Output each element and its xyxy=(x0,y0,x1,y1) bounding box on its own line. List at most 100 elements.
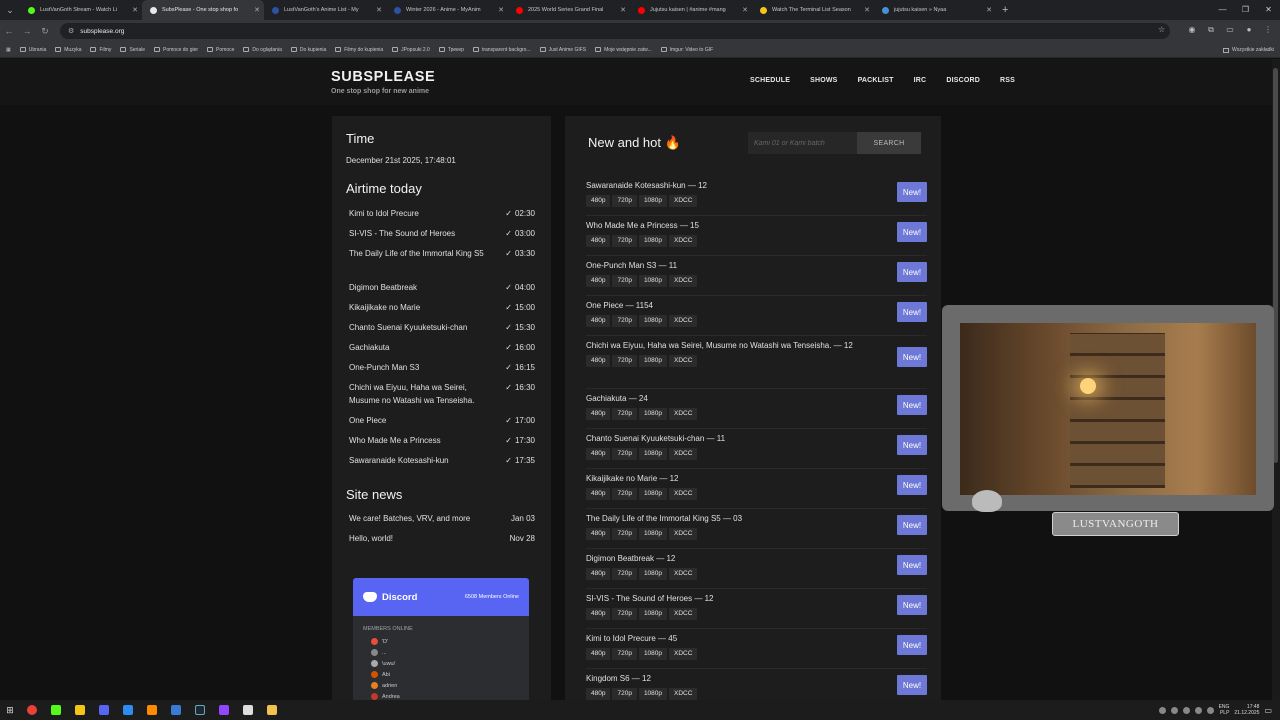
release-title[interactable]: One-Punch Man S3 — 11 xyxy=(586,260,871,272)
resolution-link[interactable]: 1080p xyxy=(638,688,668,700)
resolution-link[interactable]: XDCC xyxy=(669,195,698,207)
news-title[interactable]: Hello, world! xyxy=(349,534,393,554)
bookmark-item[interactable]: Moje wstępnie zatw... xyxy=(595,47,652,53)
back-icon[interactable]: ← xyxy=(0,26,18,36)
airtime-row[interactable]: Chanto Suenai Kyuuketsuki-chan ✓ 15:30 xyxy=(349,321,535,341)
release-title[interactable]: Gachiakuta — 24 xyxy=(586,393,871,405)
app-taskbar-icon[interactable] xyxy=(68,700,92,720)
discord-member[interactable]: adrien xyxy=(363,680,519,691)
discord-member[interactable]: 'D' xyxy=(363,636,519,647)
bookmark-item[interactable]: Just Anime GIFS xyxy=(539,47,586,53)
steam-taskbar-icon[interactable] xyxy=(188,700,212,720)
address-bar[interactable]: ⚙ subsplease.org xyxy=(60,23,1170,39)
resolution-link[interactable]: 720p xyxy=(612,488,637,500)
airtime-show-name[interactable]: The Daily Life of the Immortal King S5 xyxy=(349,247,491,260)
minimize-icon[interactable]: — xyxy=(1211,0,1234,20)
sidebar-icon[interactable]: ▭ xyxy=(1224,24,1236,36)
resolution-link[interactable]: 480p xyxy=(586,648,611,660)
airtime-show-name[interactable]: One Piece xyxy=(349,414,491,427)
release-title[interactable]: Kikaijikake no Marie — 12 xyxy=(586,473,871,485)
resolution-link[interactable]: 1080p xyxy=(638,648,668,660)
resolution-link[interactable]: 480p xyxy=(586,448,611,460)
resolution-link[interactable]: 480p xyxy=(586,488,611,500)
clock[interactable]: 17:48 21.12.2025 xyxy=(1234,704,1259,716)
tab-search-icon[interactable]: ⌄ xyxy=(0,0,20,20)
resolution-link[interactable]: 720p xyxy=(612,648,637,660)
resolution-link[interactable]: 1080p xyxy=(638,528,668,540)
release-title[interactable]: Chichi wa Eiyuu, Haha wa Seirei, Musume … xyxy=(586,340,871,352)
bookmark-item[interactable]: Трекер xyxy=(438,47,464,53)
airtime-show-name[interactable]: One-Punch Man S3 xyxy=(349,361,491,374)
airtime-row[interactable]: Who Made Me a Princess ✓ 17:30 xyxy=(349,434,535,454)
bookmark-item[interactable]: Filmy xyxy=(90,47,111,53)
bookmark-item[interactable]: Pomoce do gier xyxy=(154,47,198,53)
maximize-icon[interactable]: ❐ xyxy=(1234,0,1257,20)
tab-close-icon[interactable]: ✕ xyxy=(620,6,626,14)
bookmark-star-icon[interactable]: ☆ xyxy=(1158,25,1165,34)
nav-rss[interactable]: RSS xyxy=(1000,77,1015,84)
resolution-link[interactable]: XDCC xyxy=(669,528,698,540)
resolution-link[interactable]: 480p xyxy=(586,315,611,327)
nav-packlist[interactable]: PACKLIST xyxy=(858,77,894,84)
browser-tab[interactable]: LustVanGoth Stream - Watch Li ✕ xyxy=(20,0,142,20)
nav-discord[interactable]: DISCORD xyxy=(946,77,980,84)
nav-shows[interactable]: SHOWS xyxy=(810,77,837,84)
notifications-icon[interactable]: ▭ xyxy=(1264,706,1272,715)
resolution-link[interactable]: 480p xyxy=(586,275,611,287)
airtime-row[interactable]: Chichi wa Eiyuu, Haha wa Seirei, Musume … xyxy=(349,381,535,415)
resolution-link[interactable]: XDCC xyxy=(669,355,698,367)
all-bookmarks[interactable]: Wszystkie zakładki xyxy=(1223,42,1274,58)
airtime-row[interactable]: SI-VIS - The Sound of Heroes ✓ 03:00 xyxy=(349,227,535,247)
airtime-row[interactable]: Digimon Beatbreak ✓ 04:00 xyxy=(349,281,535,301)
app-taskbar-icon[interactable] xyxy=(140,700,164,720)
resolution-link[interactable]: 480p xyxy=(586,528,611,540)
airtime-show-name[interactable]: Sawaranaide Kotesashi-kun xyxy=(349,454,491,467)
resolution-link[interactable]: 480p xyxy=(586,355,611,367)
apps-icon[interactable]: ▦ xyxy=(6,47,11,53)
release-title[interactable]: Digimon Beatbreak — 12 xyxy=(586,553,871,565)
airtime-show-name[interactable]: Kikaijikake no Marie xyxy=(349,301,491,314)
resolution-link[interactable]: XDCC xyxy=(669,608,698,620)
bookmark-item[interactable]: Filmy do kupienia xyxy=(335,47,383,53)
resolution-link[interactable]: XDCC xyxy=(669,275,698,287)
airtime-row[interactable]: One Piece ✓ 17:00 xyxy=(349,414,535,434)
resolution-link[interactable]: XDCC xyxy=(669,688,698,700)
resolution-link[interactable]: 720p xyxy=(612,195,637,207)
resolution-link[interactable]: 1080p xyxy=(638,355,668,367)
tray-icon[interactable] xyxy=(1194,706,1202,714)
nav-schedule[interactable]: SCHEDULE xyxy=(750,77,790,84)
resolution-link[interactable]: 480p xyxy=(586,688,611,700)
tab-close-icon[interactable]: ✕ xyxy=(864,6,870,14)
resolution-link[interactable]: XDCC xyxy=(669,448,698,460)
airtime-row[interactable]: Gachiakuta ✓ 16:00 xyxy=(349,341,535,361)
release-title[interactable]: Kimi to Idol Precure — 45 xyxy=(586,633,871,645)
search-input[interactable] xyxy=(748,132,857,154)
tray-icon[interactable] xyxy=(1170,706,1178,714)
resolution-link[interactable]: 1080p xyxy=(638,408,668,420)
resolution-link[interactable]: XDCC xyxy=(669,235,698,247)
search-button[interactable]: SEARCH xyxy=(857,132,921,154)
browser-tab[interactable]: Jujutsu kaisen | #anime #mang ✕ xyxy=(630,0,752,20)
resolution-link[interactable]: 480p xyxy=(586,568,611,580)
resolution-link[interactable]: 720p xyxy=(612,315,637,327)
app-taskbar-icon[interactable] xyxy=(44,700,68,720)
bookmark-item[interactable]: JPopsuki 2.0 xyxy=(392,47,430,53)
tab-close-icon[interactable]: ✕ xyxy=(132,6,138,14)
airtime-show-name[interactable]: Who Made Me a Princess xyxy=(349,434,491,447)
airtime-show-name[interactable]: Kimi to Idol Precure xyxy=(349,207,491,220)
news-item[interactable]: Hello, world! Nov 28 xyxy=(349,534,535,554)
resolution-link[interactable]: 720p xyxy=(612,528,637,540)
browser-tab[interactable]: jujutsu kaisen » Nyaa ✕ xyxy=(874,0,996,20)
resolution-link[interactable]: 720p xyxy=(612,608,637,620)
tray-icon[interactable] xyxy=(1158,706,1166,714)
release-title[interactable]: Sawaranaide Kotesashi-kun — 12 xyxy=(586,180,871,192)
tab-close-icon[interactable]: ✕ xyxy=(986,6,992,14)
menu-icon[interactable]: ⋮ xyxy=(1262,24,1274,36)
app-taskbar-icon[interactable] xyxy=(92,700,116,720)
chrome-taskbar-icon[interactable] xyxy=(20,700,44,720)
new-tab-icon[interactable]: + xyxy=(1002,4,1008,16)
bookmark-item[interactable]: Imgur: Video to GIF xyxy=(660,47,713,53)
release-title[interactable]: One Piece — 1154 xyxy=(586,300,871,312)
resolution-link[interactable]: 720p xyxy=(612,355,637,367)
discord-member[interactable]: Andrea xyxy=(363,691,519,700)
